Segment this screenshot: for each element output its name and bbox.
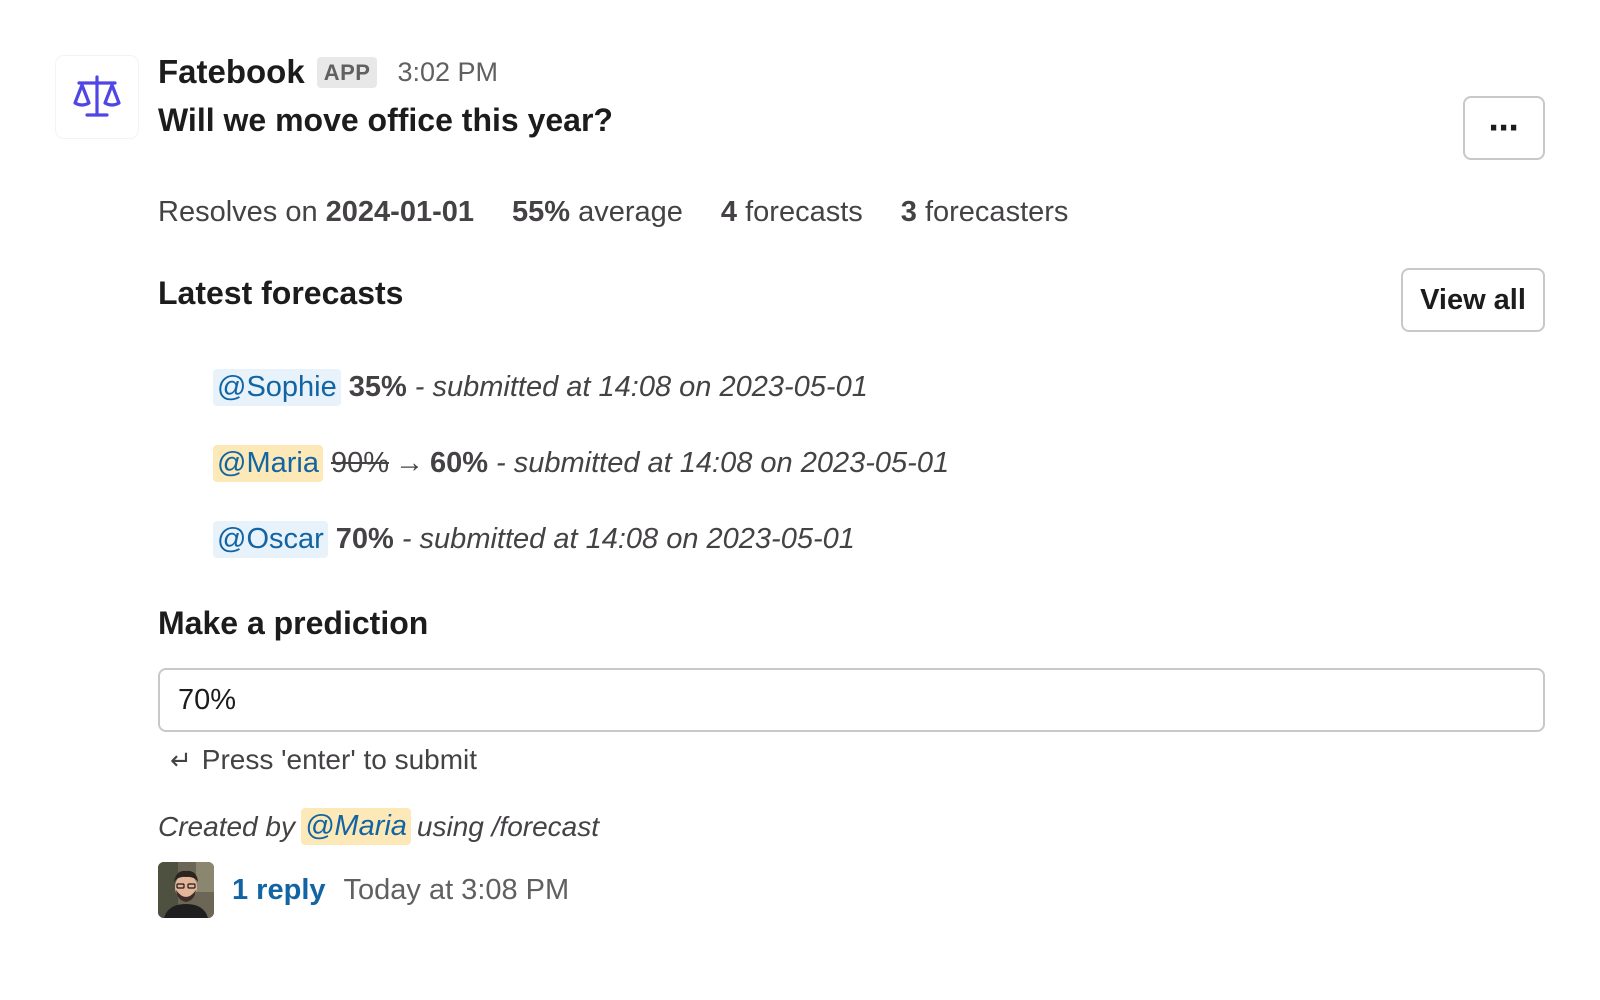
submit-hint: ↵ Press 'enter' to submit: [170, 744, 477, 776]
resolves-date: 2024-01-01: [325, 196, 474, 228]
thread-summary[interactable]: 1 reply Today at 3:08 PM: [158, 862, 569, 918]
forecast-row-oscar: @Oscar 70% - submitted at 14:08 on 2023-…: [213, 516, 949, 562]
resolves-stat: Resolves on 2024-01-01: [158, 196, 474, 229]
created-suffix: using /forecast: [416, 810, 600, 842]
prediction-input[interactable]: [158, 668, 1545, 732]
forecasters-stat: 3 forecasters: [901, 196, 1069, 229]
creator-mention[interactable]: @Maria: [300, 808, 411, 845]
make-prediction-heading: Make a prediction: [158, 605, 429, 641]
user-photo-icon: [158, 862, 214, 918]
arrow-right-icon: →: [395, 446, 424, 479]
resolves-prefix: Resolves on: [158, 196, 326, 228]
forecasters-label: forecasters: [916, 196, 1069, 228]
average-value: 55%: [512, 196, 571, 228]
slack-message: Fatebook APP 3:02 PM Will we move office…: [0, 0, 1600, 1000]
forecast-list: @Sophie 35% - submitted at 14:08 on 2023…: [213, 364, 949, 592]
average-label: average: [570, 196, 683, 228]
message-header: Fatebook APP 3:02 PM: [158, 52, 498, 92]
user-mention[interactable]: @Oscar: [213, 520, 328, 558]
forecast-value: 70%: [335, 522, 394, 555]
forecasters-count: 3: [900, 196, 917, 228]
user-mention[interactable]: @Maria: [213, 444, 323, 482]
forecast-row-sophie: @Sophie 35% - submitted at 14:08 on 2023…: [213, 364, 949, 410]
more-actions-button[interactable]: ⋯: [1463, 96, 1545, 160]
forecast-detail: - submitted at 14:08 on 2023-05-01: [401, 522, 855, 555]
created-prefix: Created by: [158, 810, 295, 842]
view-all-button[interactable]: View all: [1401, 268, 1545, 332]
sender-name[interactable]: Fatebook: [158, 53, 305, 91]
forecast-row-maria: @Maria 90% → 60% - submitted at 14:08 on…: [213, 440, 949, 486]
forecast-detail: - submitted at 14:08 on 2023-05-01: [414, 370, 868, 403]
last-reply-time: Today at 3:08 PM: [343, 873, 570, 906]
forecast-value: 60%: [430, 446, 489, 479]
submit-hint-text: Press 'enter' to submit: [201, 744, 478, 775]
message-timestamp[interactable]: 3:02 PM: [397, 57, 498, 88]
question-title: Will we move office this year?: [158, 102, 613, 138]
more-icon: ⋯: [1488, 111, 1520, 145]
forecast-value: 35%: [348, 370, 407, 403]
user-mention[interactable]: @Sophie: [213, 368, 341, 406]
latest-forecasts-heading: Latest forecasts: [158, 275, 404, 311]
forecasts-label: forecasts: [737, 196, 863, 228]
average-stat: 55% average: [512, 196, 683, 229]
forecasts-stat: 4 forecasts: [721, 196, 863, 229]
avatar[interactable]: [158, 862, 214, 918]
enter-key-icon: ↵: [170, 744, 192, 775]
created-by-line: Created by @Maria using /forecast: [158, 808, 599, 845]
forecasts-count: 4: [720, 196, 738, 228]
scales-icon: [73, 75, 121, 117]
fatebook-app-avatar[interactable]: [56, 56, 138, 138]
question-stats: Resolves on 2024-01-01 55% average 4 for…: [158, 196, 1106, 229]
forecast-detail: - submitted at 14:08 on 2023-05-01: [496, 446, 950, 479]
reply-count-link[interactable]: 1 reply: [232, 874, 326, 907]
app-badge: APP: [316, 56, 378, 88]
previous-forecast-value: 90%: [330, 446, 389, 479]
